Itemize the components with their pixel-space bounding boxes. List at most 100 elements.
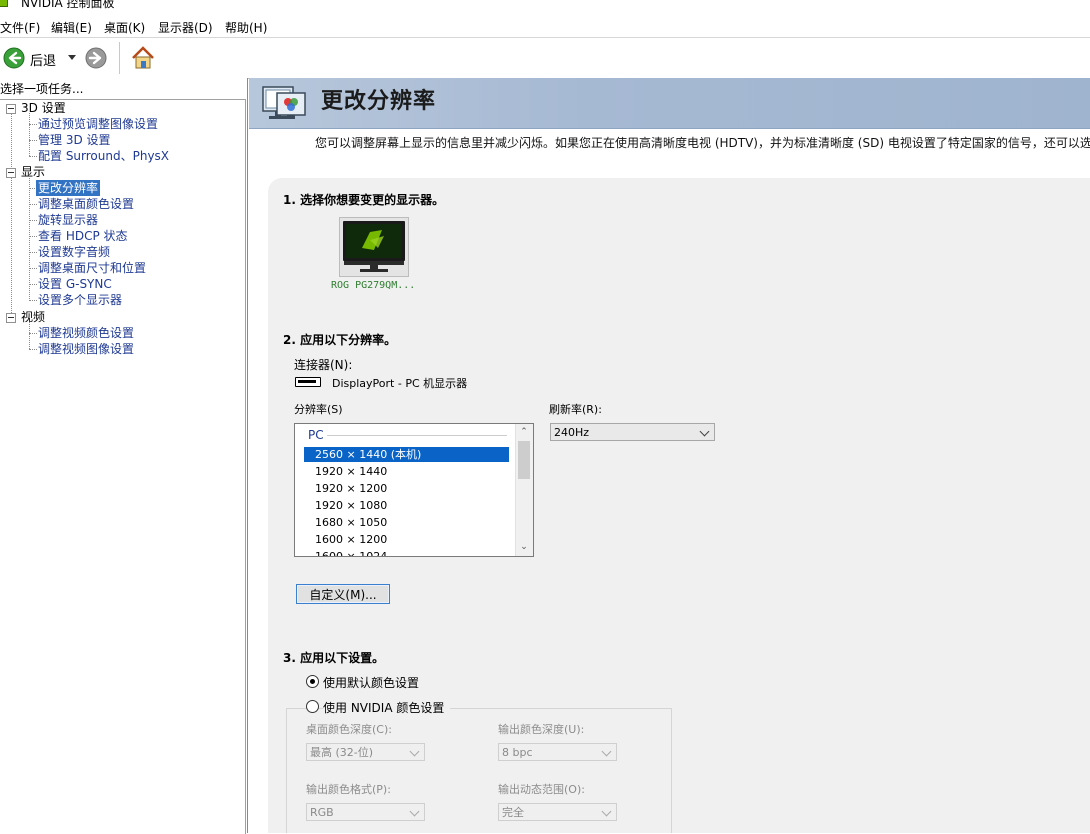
resolution-label: 分辨率(S) — [294, 403, 343, 416]
menu-display[interactable]: 显示器(D) — [156, 19, 215, 36]
desktop-color-depth-value: 最高 (32-位) — [310, 746, 374, 759]
connector-label: 连接器(N): — [294, 358, 353, 372]
tree-line — [29, 349, 37, 350]
back-history-dropdown-icon[interactable] — [68, 55, 76, 60]
output-color-depth-select[interactable]: 8 bpc — [498, 743, 617, 761]
tree-line — [29, 178, 30, 301]
page-description: 您可以调整屏幕上显示的信息里并减少闪烁。如果您正在使用高清晰度电视 (HDTV)… — [315, 136, 1090, 150]
resolution-option[interactable]: 1920 × 1200 — [304, 481, 509, 496]
tree-item-video-image[interactable]: 调整视频图像设置 — [38, 341, 134, 357]
menu-desktop[interactable]: 桌面(K) — [102, 19, 147, 36]
resolution-listbox[interactable]: PC 2560 × 1440 (本机) 1920 × 1440 1920 × 1… — [294, 423, 534, 557]
output-color-format-select[interactable]: RGB — [306, 803, 425, 821]
resolution-option[interactable]: 1920 × 1080 — [304, 498, 509, 513]
radio-default-color[interactable] — [306, 675, 319, 688]
toolbar: 后退 — [0, 37, 1090, 79]
tree-line — [29, 333, 37, 334]
collapse-video-icon[interactable] — [6, 313, 16, 323]
collapse-display-icon[interactable] — [6, 168, 16, 178]
sidebar-header: 选择一项任务... — [0, 82, 84, 96]
tree-line — [29, 322, 30, 349]
chevron-down-icon — [699, 426, 710, 437]
monitor-name[interactable]: ROG PG279QM... — [331, 280, 415, 291]
tree-line — [29, 236, 37, 237]
menu-edit[interactable]: 编辑(E) — [49, 19, 94, 36]
resolution-option[interactable]: 1600 × 1200 — [304, 532, 509, 547]
tree-line — [29, 284, 37, 285]
resolution-option[interactable]: 1920 × 1440 — [304, 464, 509, 479]
radio-nvidia-color[interactable] — [306, 700, 319, 713]
tree-line — [29, 268, 37, 269]
output-dynamic-range-select[interactable]: 完全 — [498, 803, 617, 821]
scroll-down-icon[interactable]: ⌄ — [520, 543, 528, 552]
radio-nvidia-color-label[interactable]: 使用 NVIDIA 颜色设置 — [323, 699, 451, 716]
tree-item-surround-physx[interactable]: 配置 Surround、PhysX — [38, 148, 169, 164]
nvidia-logo-icon — [0, 0, 8, 7]
customize-button[interactable]: 自定义(M)... — [296, 584, 390, 604]
tree-line — [29, 113, 30, 156]
window-title: NVIDIA 控制面板 — [21, 0, 115, 10]
home-icon[interactable] — [130, 45, 156, 71]
tree-line — [29, 300, 37, 301]
collapse-3d-icon[interactable] — [6, 104, 16, 114]
tree-line — [29, 156, 37, 157]
refresh-rate-value: 240Hz — [554, 426, 590, 439]
resolution-option[interactable]: 2560 × 1440 (本机) — [304, 447, 509, 462]
section-apply-settings-title: 3. 应用以下设置。 — [283, 651, 385, 665]
tree-line — [29, 140, 37, 141]
chevron-down-icon — [409, 806, 420, 817]
tree-item-multiple-displays[interactable]: 设置多个显示器 — [38, 292, 122, 308]
scroll-thumb[interactable] — [518, 441, 530, 479]
section-select-display-title: 1. 选择你想要变更的显示器。 — [283, 193, 445, 207]
back-arrow-icon[interactable] — [3, 47, 25, 69]
tree-item-rotate-display[interactable]: 旋转显示器 — [38, 212, 98, 228]
tree-item-desktop-color[interactable]: 调整桌面颜色设置 — [38, 196, 134, 212]
tree-line — [29, 124, 37, 125]
tree-item-manage-3d[interactable]: 管理 3D 设置 — [38, 132, 111, 148]
forward-arrow-icon[interactable] — [85, 47, 107, 69]
tree-item-preview-image[interactable]: 通过预览调整图像设置 — [38, 116, 158, 132]
output-color-depth-value: 8 bpc — [502, 746, 533, 759]
resolution-option[interactable]: 1680 × 1050 — [304, 515, 509, 530]
page-title: 更改分辨率 — [321, 89, 437, 114]
refresh-rate-label: 刷新率(R): — [549, 403, 602, 416]
displayport-icon — [295, 377, 321, 387]
task-sidebar: 选择一项任务... 3D 设置 通过预览调整图像设置 管理 3D 设置 配置 S… — [0, 78, 248, 834]
listbox-scrollbar[interactable]: ⌃ ⌄ — [515, 424, 533, 556]
tree-item-hdcp-status[interactable]: 查看 HDCP 状态 — [38, 228, 128, 244]
menu-file[interactable]: 文件(F) — [0, 19, 42, 36]
refresh-rate-select[interactable]: 240Hz — [550, 423, 715, 441]
tree-item-video-color[interactable]: 调整视频颜色设置 — [38, 325, 134, 341]
output-color-format-label: 输出颜色格式(P): — [306, 783, 391, 796]
resolution-group-label: PC — [308, 428, 324, 442]
tree-line — [29, 204, 37, 205]
output-color-depth-label: 输出颜色深度(U): — [498, 723, 585, 736]
scroll-up-icon[interactable]: ⌃ — [520, 428, 528, 437]
output-dynamic-range-label: 输出动态范围(O): — [498, 783, 585, 796]
tree-line — [11, 114, 12, 323]
settings-panel: 1. 选择你想要变更的显示器。 ROG PG279QM... 2. 应用以下分辨… — [268, 178, 1090, 833]
chevron-down-icon — [601, 806, 612, 817]
content-pane: 更改分辨率 您可以调整屏幕上显示的信息里并减少闪烁。如果您正在使用高清晰度电视 … — [249, 78, 1090, 833]
tree-category-display[interactable]: 显示 — [21, 164, 45, 180]
tree-line — [29, 252, 37, 253]
tree-category-3d[interactable]: 3D 设置 — [21, 100, 66, 116]
monitor-tile[interactable] — [339, 217, 409, 277]
tree-item-change-resolution[interactable]: 更改分辨率 — [36, 180, 101, 196]
tree-category-video[interactable]: 视频 — [21, 309, 45, 325]
tree-item-gsync[interactable]: 设置 G-SYNC — [38, 276, 112, 292]
desktop-color-depth-select[interactable]: 最高 (32-位) — [306, 743, 425, 761]
connector-value: DisplayPort - PC 机显示器 — [332, 377, 468, 390]
group-divider — [327, 435, 507, 436]
output-dynamic-range-value: 完全 — [502, 806, 524, 819]
back-button[interactable]: 后退 — [30, 50, 56, 69]
section-apply-resolution-title: 2. 应用以下分辨率。 — [283, 333, 397, 347]
radio-default-color-label[interactable]: 使用默认颜色设置 — [323, 674, 419, 691]
display-settings-icon — [262, 86, 306, 119]
tree-item-digital-audio[interactable]: 设置数字音频 — [38, 244, 110, 260]
chevron-down-icon — [601, 746, 612, 757]
resolution-option[interactable]: 1600 × 1024 — [304, 549, 509, 556]
tree-item-desktop-size-position[interactable]: 调整桌面尺寸和位置 — [38, 260, 146, 276]
page-banner: 更改分辨率 — [249, 78, 1090, 129]
menu-help[interactable]: 帮助(H) — [223, 19, 269, 36]
